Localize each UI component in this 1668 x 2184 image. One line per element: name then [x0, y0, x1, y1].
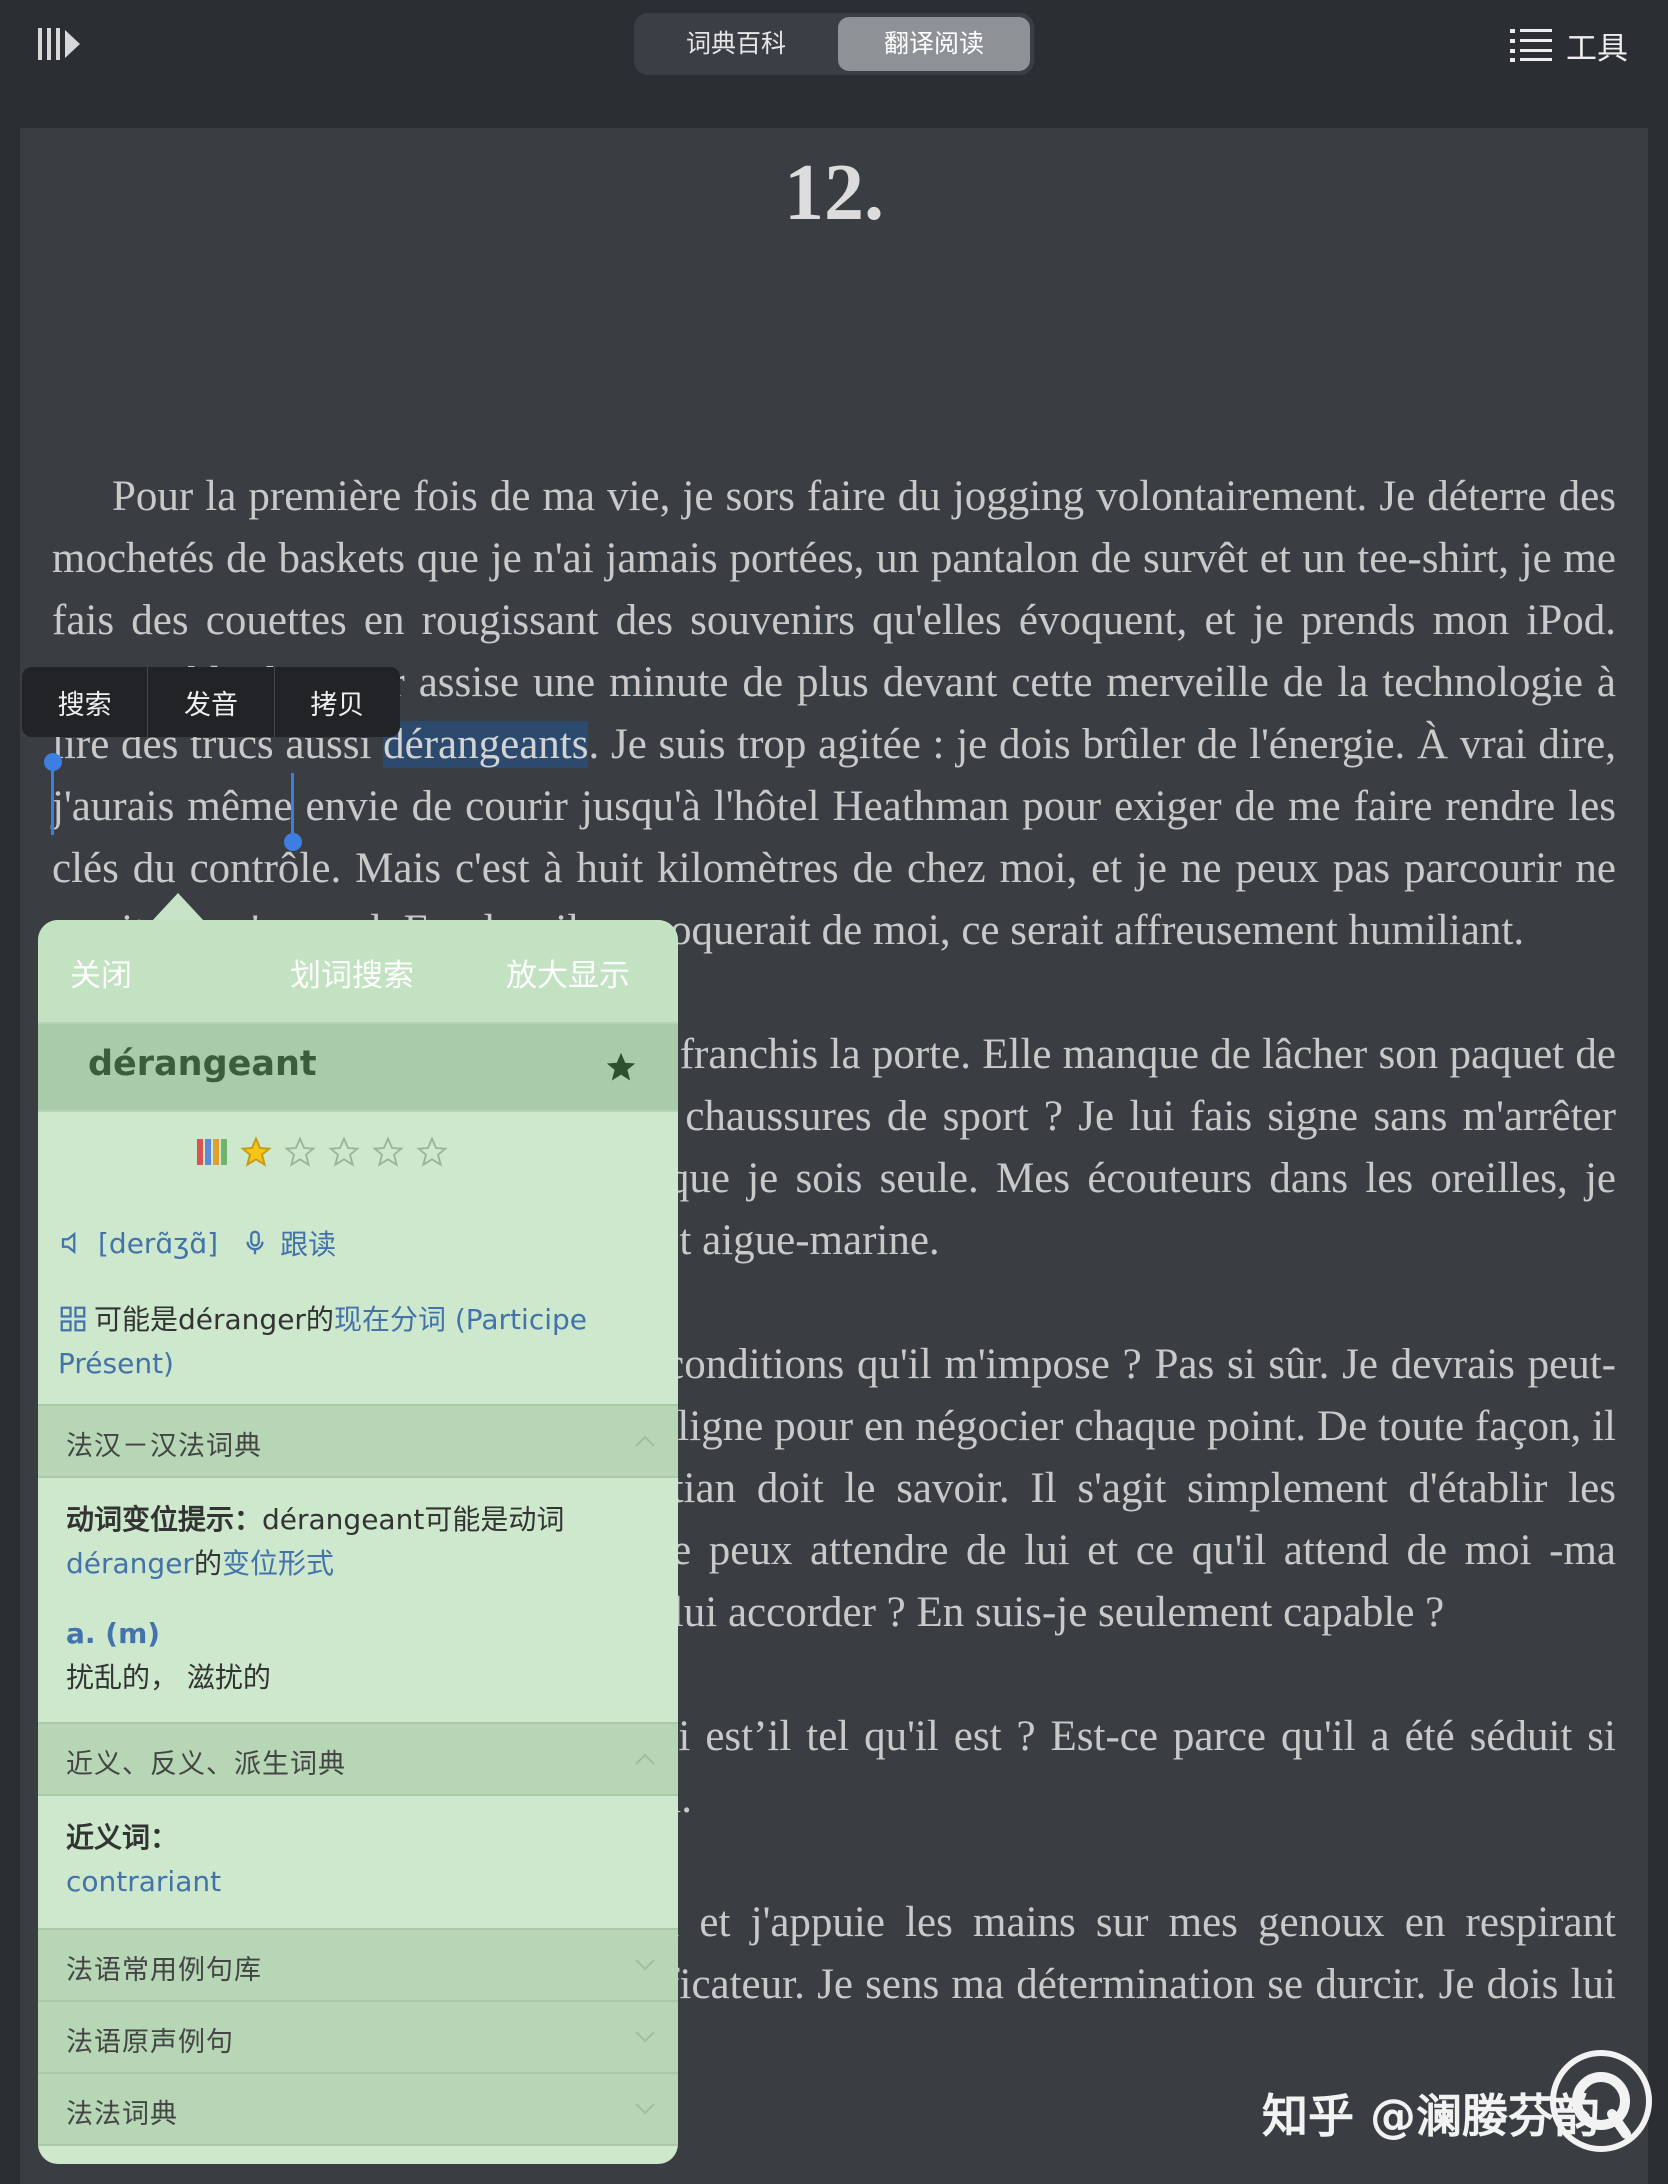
lookup-button[interactable]: 划词搜索	[290, 950, 414, 995]
definition: a. (m) 扰乱的， 滋扰的	[66, 1612, 656, 1700]
search-menu-item[interactable]: 搜索	[22, 667, 149, 737]
close-button[interactable]: 关闭	[70, 950, 132, 995]
synonym-link[interactable]: contrariant	[66, 1865, 221, 1898]
headword: dérangeant	[88, 1044, 317, 1084]
pronunciation-row: [derɑ̃ʒɑ̃] 跟读	[58, 1223, 336, 1263]
section-synonym-dictionary[interactable]: 近义、反义、派生词典	[38, 1722, 678, 1796]
phonetic[interactable]: [derɑ̃ʒɑ̃]	[98, 1227, 218, 1260]
star-empty-icon	[328, 1136, 360, 1167]
section-audio-examples[interactable]: 法语原声例句	[38, 2000, 678, 2074]
chevron-down-icon	[635, 1959, 655, 1971]
possible-form: 可能是déranger的现在分词 (Participe Présent)	[58, 1303, 587, 1380]
speaker-icon[interactable]	[58, 1228, 88, 1258]
library-icon[interactable]	[38, 26, 84, 62]
selection-end-line	[291, 773, 294, 835]
section-fr-fr-dictionary[interactable]: 法法词典	[38, 2072, 678, 2146]
chapter-title: 12.	[784, 149, 884, 237]
star-empty-icon	[416, 1136, 448, 1167]
selection-end-handle[interactable]	[284, 833, 302, 851]
top-bar: 词典百科 翻译阅读 工具	[0, 0, 1668, 110]
dictionary-popup: 关闭 划词搜索 放大显示 dérangeant [derɑ̃ʒɑ̃] 跟读 可能…	[38, 920, 678, 2164]
zoom-button[interactable]: 放大显示	[506, 950, 630, 995]
conjugation-hint: 动词变位提示：dérangeant可能是动词 déranger的变位形式	[66, 1503, 565, 1580]
tab-translate-reading[interactable]: 翻译阅读	[838, 17, 1030, 71]
microphone-icon[interactable]	[240, 1228, 270, 1258]
tools-button[interactable]: 工具	[1510, 24, 1628, 67]
synonyms: 近义词： contrariant	[66, 1821, 222, 1898]
rating-stars	[240, 1136, 448, 1168]
books-icon	[197, 1139, 227, 1165]
copy-menu-item[interactable]: 拷贝	[275, 667, 400, 737]
chevron-down-icon	[635, 2031, 655, 2043]
verb-link[interactable]: déranger	[66, 1547, 194, 1580]
star-filled-icon	[240, 1136, 272, 1167]
favorite-star-icon[interactable]	[604, 1050, 638, 1084]
grid-icon	[60, 1306, 86, 1332]
popup-arrow	[152, 893, 204, 921]
section-fr-cn-dictionary[interactable]: 法汉－汉法词典	[38, 1404, 678, 1478]
selection-start-line	[51, 765, 54, 835]
follow-read-button[interactable]: 跟读	[280, 1223, 336, 1263]
meaning: 扰乱的， 滋扰的	[66, 1661, 271, 1694]
conjugation-link[interactable]: 变位形式	[222, 1547, 334, 1580]
tools-label: 工具	[1566, 30, 1628, 67]
section-example-sentences[interactable]: 法语常用例句库	[38, 1928, 678, 2002]
star-empty-icon	[372, 1136, 404, 1167]
selected-word[interactable]: dérangeants	[383, 721, 589, 768]
chevron-down-icon	[635, 2103, 655, 2115]
watermark-logo-icon	[1550, 2050, 1652, 2152]
mode-segmented-control: 词典百科 翻译阅读	[634, 13, 1034, 75]
headword-row: dérangeant	[38, 1022, 678, 1112]
list-icon	[1510, 29, 1552, 62]
part-of-speech: a. (m)	[66, 1617, 161, 1650]
chevron-up-icon	[635, 1753, 655, 1765]
selection-context-menu: 搜索 发音 拷贝	[22, 667, 400, 737]
popup-header: 关闭 划词搜索 放大显示	[38, 920, 678, 1022]
pronounce-menu-item[interactable]: 发音	[148, 667, 275, 737]
tab-dictionary[interactable]: 词典百科	[638, 17, 834, 71]
frequency-rating	[196, 1136, 448, 1168]
star-empty-icon	[284, 1136, 316, 1167]
chevron-up-icon	[635, 1435, 655, 1447]
